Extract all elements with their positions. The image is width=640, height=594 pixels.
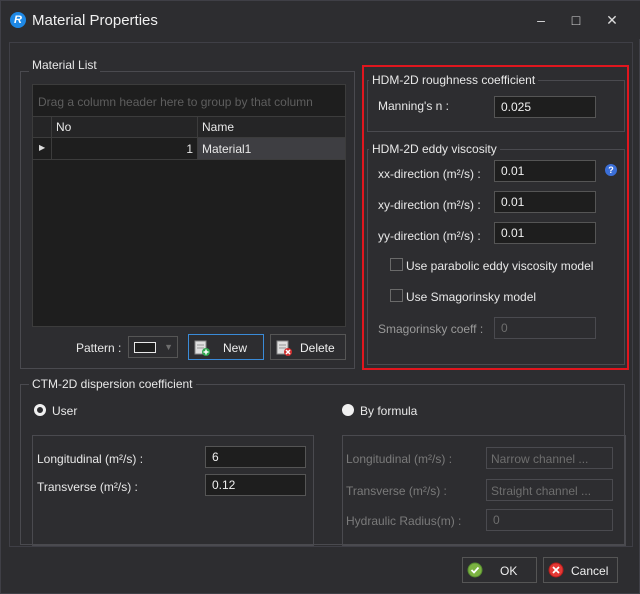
user-longitudinal-input[interactable] (205, 446, 306, 468)
formula-transverse-label: Transverse (m²/s) : (346, 484, 447, 498)
maximize-button[interactable]: □ (564, 10, 588, 30)
ok-button[interactable]: OK (462, 557, 537, 583)
column-header-name-label: Name (202, 120, 235, 134)
formula-transverse-value: Straight channel ... (491, 484, 592, 498)
roughness-group-label: HDM-2D roughness coefficient (369, 73, 539, 87)
smagorinsky-coeff-input[interactable] (494, 317, 596, 339)
row-pointer-icon: ▶ (39, 143, 46, 152)
ok-button-label: OK (500, 564, 518, 578)
xx-direction-label: xx-direction (m²/s) : (378, 167, 481, 181)
pattern-dropdown[interactable]: ▼ (128, 336, 178, 358)
new-button-label: New (223, 341, 248, 355)
column-header-no-label: No (56, 120, 72, 134)
parabolic-label: Use parabolic eddy viscosity model (406, 259, 594, 273)
hydraulic-radius-input[interactable] (486, 509, 613, 531)
eddy-viscosity-group-label: HDM-2D eddy viscosity (369, 142, 500, 156)
pattern-swatch (134, 342, 156, 353)
row-indicator-header (33, 117, 52, 137)
xx-direction-input[interactable] (494, 160, 596, 182)
cell-no[interactable]: 1 (52, 138, 198, 159)
formula-hydraulic-label: Hydraulic Radius(m) : (346, 514, 462, 528)
user-transverse-input[interactable] (205, 474, 306, 496)
user-radio-label: User (52, 404, 78, 418)
new-button[interactable]: New (188, 334, 264, 360)
delete-button[interactable]: Delete (270, 334, 346, 360)
check-icon (467, 562, 483, 578)
formula-longitudinal-label: Longitudinal (m²/s) : (346, 452, 453, 466)
cancel-button[interactable]: Cancel (543, 557, 618, 583)
row-indicator: ▶ (33, 138, 52, 159)
xy-direction-label: xy-direction (m²/s) : (378, 198, 481, 212)
window-title: Material Properties (32, 12, 158, 29)
app-logo-icon: R (10, 12, 26, 28)
title-bar: R Material Properties – □ ✕ (1, 1, 640, 39)
yy-direction-label: yy-direction (m²/s) : (378, 229, 481, 243)
cancel-button-label: Cancel (571, 564, 609, 578)
delete-button-label: Delete (300, 341, 335, 355)
smagorinsky-checkbox[interactable] (390, 289, 403, 302)
delete-material-icon (276, 340, 292, 356)
column-header-no[interactable]: No (52, 117, 198, 137)
grid-header: No Name (33, 116, 345, 138)
mannings-label: Manning's n : (378, 99, 449, 113)
chevron-down-icon: ▼ (164, 342, 173, 352)
formula-transverse-dropdown[interactable]: Straight channel ... (486, 479, 613, 501)
user-transverse-label: Transverse (m²/s) : (37, 480, 138, 494)
material-grid: Drag a column header here to group by th… (32, 84, 346, 327)
table-row[interactable]: ▶ 1 Material1 (33, 138, 345, 160)
user-radio[interactable] (34, 404, 46, 416)
formula-longitudinal-dropdown[interactable]: Narrow channel ... (486, 447, 613, 469)
minimize-button[interactable]: – (529, 10, 553, 30)
help-icon[interactable]: ? (605, 164, 617, 176)
column-header-name[interactable]: Name (198, 117, 345, 137)
smagorinsky-coeff-label: Smagorinsky coeff : (378, 322, 484, 336)
new-material-icon (194, 340, 210, 356)
mannings-n-input[interactable] (494, 96, 596, 118)
user-longitudinal-label: Longitudinal (m²/s) : (37, 452, 144, 466)
material-list-group-label: Material List (29, 58, 100, 72)
group-panel-hint[interactable]: Drag a column header here to group by th… (33, 85, 345, 116)
smagorinsky-label: Use Smagorinsky model (406, 290, 537, 304)
cell-no-value: 1 (186, 142, 193, 156)
material-properties-window: R Material Properties – □ ✕ Material Lis… (0, 0, 640, 594)
cell-name[interactable]: Material1 (198, 138, 345, 159)
formula-longitudinal-value: Narrow channel ... (491, 452, 589, 466)
yy-direction-input[interactable] (494, 222, 596, 244)
pattern-label: Pattern : (76, 341, 122, 355)
close-button[interactable]: ✕ (600, 10, 624, 30)
xy-direction-input[interactable] (494, 191, 596, 213)
cell-name-value: Material1 (202, 142, 252, 156)
by-formula-radio[interactable] (342, 404, 354, 416)
parabolic-checkbox[interactable] (390, 258, 403, 271)
by-formula-radio-label: By formula (360, 404, 418, 418)
cancel-icon (548, 562, 564, 578)
dispersion-group-label: CTM-2D dispersion coefficient (29, 377, 196, 391)
